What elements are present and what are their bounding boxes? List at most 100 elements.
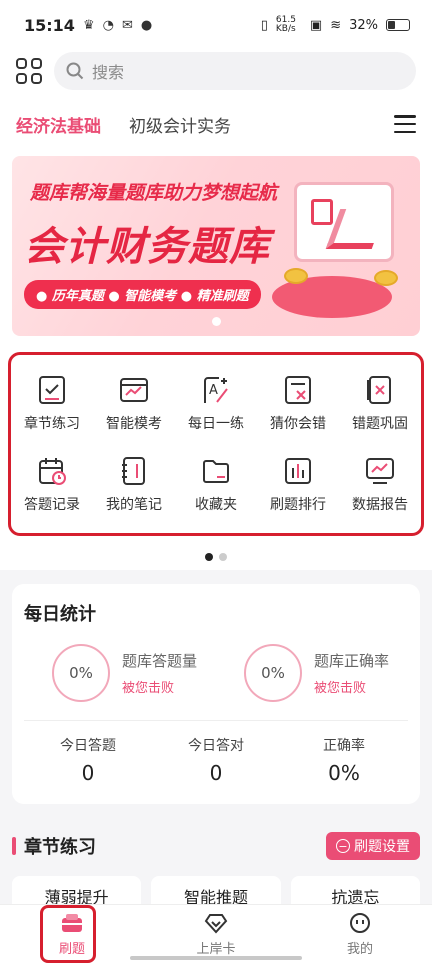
feature-label: 收藏夹 — [195, 496, 237, 513]
daily-stats-title: 每日统计 — [24, 604, 96, 625]
banner-subtitle: 题库帮海量题库助力梦想起航 — [30, 182, 278, 204]
subject-tabs: 经济法基础 初级会计实务 — [0, 92, 432, 156]
total-value: 0 — [81, 761, 95, 785]
feature-grid: 章节练习 智能模考 A 每日一练 猜你会错 错题巩固 答题记录 我的笔记 收藏夹 — [8, 352, 424, 536]
total-label: 今日答题 — [60, 738, 116, 754]
home-indicator — [130, 956, 302, 960]
total-today-correct: 今日答对 0 — [152, 735, 280, 785]
ring-accuracy: 0% 题库正确率 被您击败 — [216, 644, 408, 702]
feature-label: 猜你会错 — [270, 415, 326, 432]
feature-label: 数据报告 — [352, 496, 408, 513]
nav-profile[interactable]: 我的 — [288, 905, 432, 964]
smart-exam-icon — [120, 377, 148, 402]
status-time: 15:14 — [24, 15, 75, 35]
chapter-practice-icon — [39, 375, 65, 404]
coin-icon — [374, 270, 398, 286]
coin-icon — [284, 268, 308, 284]
total-today-answered: 今日答题 0 — [24, 735, 152, 785]
progress-ring: 0% — [52, 644, 110, 702]
nav-label: 上岸卡 — [196, 942, 236, 957]
ranking-icon — [285, 457, 311, 484]
search-placeholder: 搜索 — [92, 63, 125, 82]
daily-practice-icon: A — [204, 376, 228, 403]
promo-banner[interactable]: 题库帮海量题库助力梦想起航 会计财务题库 ● 历年真题 ● 智能模考 ● 精准刷… — [12, 156, 420, 336]
vibrate-icon: ▯ — [260, 17, 268, 33]
banner-title: 会计财务题库 — [24, 224, 270, 270]
chapter-section-title: 章节练习 — [12, 833, 96, 859]
search-input[interactable]: 搜索 — [54, 52, 416, 90]
feature-smart-exam[interactable]: 智能模考 — [93, 363, 175, 444]
banner-tags: ● 历年真题 ● 智能模考 ● 精准刷题 — [24, 280, 261, 309]
divider — [24, 720, 408, 721]
feature-label: 我的笔记 — [106, 496, 162, 513]
pager-dot-active — [205, 553, 213, 561]
feature-report[interactable]: 数据报告 — [339, 444, 421, 525]
stats-rings: 0% 题库答题量 被您击败 0% 题库正确率 被您击败 — [24, 644, 408, 702]
chat-icon: ● — [140, 17, 153, 33]
diamond-icon — [204, 914, 228, 934]
feature-daily-practice[interactable]: A 每日一练 — [175, 363, 257, 444]
banner-wrap: 题库帮海量题库助力梦想起航 会计财务题库 ● 历年真题 ● 智能模考 ● 精准刷… — [0, 156, 432, 346]
total-label: 正确率 — [323, 738, 365, 754]
chapter-section-header: 章节练习 − 刷题设置 — [0, 832, 432, 860]
status-left: 15:14 ♛ ◔ ✉ ● — [24, 16, 152, 35]
feature-guess-wrong[interactable]: 猜你会错 — [257, 363, 339, 444]
total-value: 0% — [328, 761, 360, 785]
tab-economic-law[interactable]: 经济法基础 — [16, 112, 101, 137]
net-speed: 61.5 KB/s — [275, 15, 296, 34]
wrong-review-icon — [367, 375, 391, 404]
feature-notes[interactable]: 我的笔记 — [93, 444, 175, 525]
feature-label: 智能模考 — [106, 415, 162, 432]
feature-label: 答题记录 — [24, 496, 80, 513]
search-row: 搜索 — [0, 50, 432, 92]
pager-dot — [219, 553, 227, 561]
report-icon — [366, 457, 394, 484]
settings-label: 刷题设置 — [354, 839, 410, 855]
folder-icon — [203, 459, 229, 483]
daily-stats-card: 每日统计 0% 题库答题量 被您击败 0% 题库正确率 被您击败 今日答题 0 … — [12, 584, 420, 804]
feature-label: 每日一练 — [188, 415, 244, 432]
category-grid-icon[interactable] — [16, 58, 42, 84]
feature-chapter-practice[interactable]: 章节练习 — [11, 363, 93, 444]
bottom-nav: 刷题 上岸卡 我的 — [0, 904, 432, 964]
notes-icon — [122, 456, 145, 485]
feature-folder[interactable]: 收藏夹 — [175, 444, 257, 525]
feature-ranking[interactable]: 刷题排行 — [257, 444, 339, 525]
ring-label: 题库答题量 — [122, 652, 198, 670]
sim-icon: ▣ — [309, 17, 323, 33]
wifi-icon: ≋ — [330, 17, 342, 33]
feature-pager — [0, 544, 432, 570]
ring-sub: 被您击败 — [314, 681, 367, 696]
practice-settings-button[interactable]: − 刷题设置 — [326, 832, 420, 860]
mail-icon: ✉ — [121, 17, 133, 33]
progress-ring: 0% — [244, 644, 302, 702]
ring-sub: 被您击败 — [122, 681, 175, 696]
feature-wrong-review[interactable]: 错题巩固 — [339, 363, 421, 444]
search-icon — [66, 62, 84, 80]
feature-label: 错题巩固 — [352, 415, 408, 432]
battery-percent: 32% — [349, 17, 378, 33]
feature-label: 章节练习 — [24, 415, 80, 432]
status-bar: 15:14 ♛ ◔ ✉ ● ▯ 61.5 KB/s ▣ ≋ 32% — [0, 0, 432, 50]
banner-chart-illustration — [294, 182, 394, 262]
nav-highlight-frame — [40, 905, 96, 963]
tab-accounting-practice[interactable]: 初级会计实务 — [129, 112, 231, 137]
feature-answer-record[interactable]: 答题记录 — [11, 444, 93, 525]
minus-circle-icon: − — [336, 839, 350, 853]
menu-icon[interactable] — [394, 115, 416, 133]
total-label: 今日答对 — [188, 738, 244, 754]
banner-page-dot — [212, 317, 221, 326]
crown-icon: ♛ — [82, 17, 95, 33]
status-right: ▯ 61.5 KB/s ▣ ≋ 32% — [261, 16, 410, 34]
ring-answer-volume: 0% 题库答题量 被您击败 — [24, 644, 216, 702]
nav-label: 我的 — [346, 942, 373, 957]
total-accuracy: 正确率 0% — [280, 735, 408, 785]
total-value: 0 — [209, 761, 223, 785]
stats-totals: 今日答题 0 今日答对 0 正确率 0% — [24, 735, 408, 785]
app-notify-icon: ◔ — [102, 17, 114, 33]
nav-practice[interactable]: 刷题 — [0, 905, 144, 964]
answer-record-icon — [39, 457, 66, 485]
feature-label: 刷题排行 — [270, 496, 326, 513]
profile-icon — [350, 913, 370, 933]
battery-icon — [386, 19, 410, 31]
